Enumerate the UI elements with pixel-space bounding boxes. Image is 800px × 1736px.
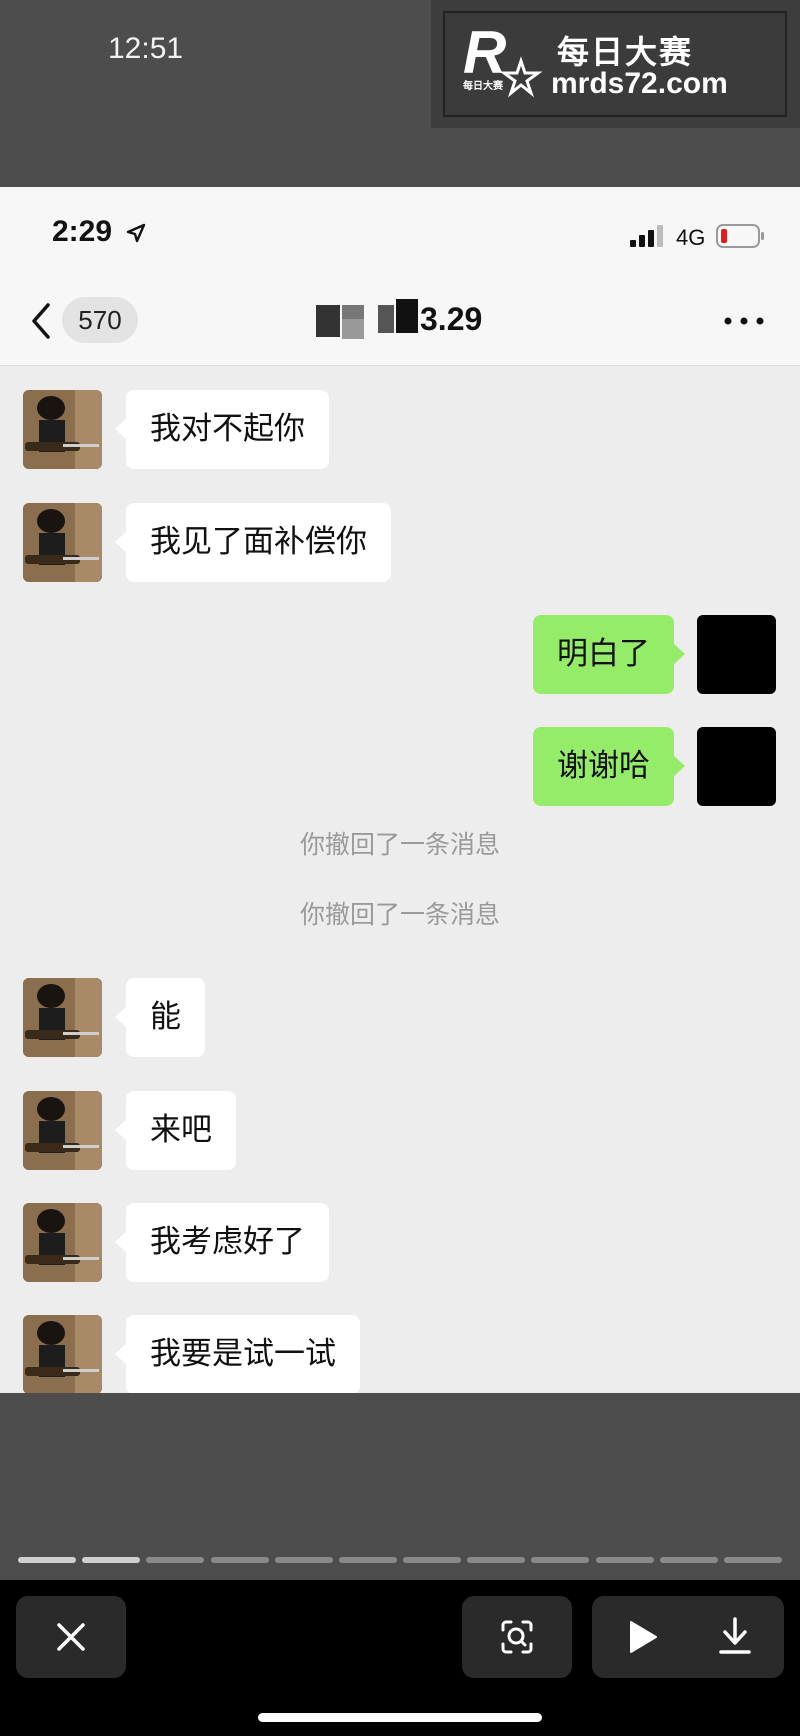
progress-segment — [531, 1557, 590, 1563]
chat-screenshot: 2:29 4G 570 3.29 我对不起你 我见了面补偿你 明白了 谢谢哈 你… — [0, 187, 800, 1393]
progress-segment — [146, 1557, 205, 1563]
watermark: R 每日大赛 每日大赛 mrds72.com — [431, 0, 800, 128]
story-progress-bar — [18, 1557, 782, 1563]
progress-segment — [723, 1557, 782, 1563]
media-actions — [592, 1596, 784, 1678]
progress-segment — [403, 1557, 462, 1563]
message-bubble[interactable]: 我考虑好了 — [115, 1203, 329, 1282]
avatar[interactable] — [23, 978, 102, 1057]
message-bubble[interactable]: 能 — [115, 978, 205, 1057]
outer-status-time: 12:51 — [108, 32, 184, 65]
close-button[interactable] — [16, 1596, 126, 1678]
svg-text:每日大赛: 每日大赛 — [463, 79, 504, 92]
progress-segment — [659, 1557, 718, 1563]
home-indicator[interactable] — [258, 1713, 542, 1722]
avatar[interactable] — [697, 727, 776, 806]
title-mosaic — [342, 305, 364, 319]
battery-low-icon — [716, 224, 764, 248]
message-bubble[interactable]: 谢谢哈 — [533, 727, 685, 806]
image-search-icon — [501, 1620, 533, 1654]
title-mosaic — [378, 305, 394, 333]
message-list: 我对不起你 我见了面补偿你 明白了 谢谢哈 你撤回了一条消息 你撤回了一条消息 … — [0, 365, 800, 1393]
avatar[interactable] — [23, 1091, 102, 1170]
avatar[interactable] — [697, 615, 776, 694]
title-mosaic — [342, 319, 364, 339]
recall-notice: 你撤回了一条消息 — [299, 900, 500, 929]
avatar[interactable] — [23, 390, 102, 469]
play-icon[interactable] — [628, 1620, 658, 1654]
more-dots-icon[interactable] — [724, 317, 764, 325]
message-bubble[interactable]: 我对不起你 — [115, 390, 329, 469]
message-bubble[interactable]: 明白了 — [533, 615, 685, 694]
title-mosaic — [316, 305, 340, 337]
watermark-box: R 每日大赛 每日大赛 mrds72.com — [443, 11, 787, 117]
watermark-url: mrds72.com — [551, 67, 728, 100]
avatar[interactable] — [23, 1315, 102, 1393]
chat-title: 3.29 — [316, 297, 492, 341]
progress-segment — [338, 1557, 397, 1563]
title-mosaic — [396, 299, 418, 333]
viewer-toolbar — [0, 1580, 800, 1736]
signal-icon — [630, 225, 663, 247]
phone-time: 2:29 — [52, 215, 113, 248]
chat-header: 570 3.29 — [0, 277, 800, 366]
svg-text:R: R — [463, 21, 506, 86]
location-arrow-icon — [126, 223, 146, 243]
progress-segment — [467, 1557, 526, 1563]
avatar[interactable] — [23, 503, 102, 582]
message-bubble[interactable]: 来吧 — [115, 1091, 236, 1170]
watermark-logo-icon: R 每日大赛 — [463, 21, 543, 98]
close-icon — [57, 1623, 85, 1651]
image-search-button[interactable] — [462, 1596, 572, 1678]
message-bubble[interactable]: 我要是试一试 — [115, 1315, 360, 1393]
unread-count-badge[interactable]: 570 — [62, 297, 138, 343]
progress-segment — [18, 1557, 77, 1563]
chevron-left-icon[interactable] — [28, 299, 54, 343]
progress-segment — [210, 1557, 269, 1563]
progress-segment — [274, 1557, 333, 1563]
avatar[interactable] — [23, 1203, 102, 1282]
recall-notice: 你撤回了一条消息 — [299, 830, 500, 859]
message-bubble[interactable]: 我见了面补偿你 — [115, 503, 391, 582]
progress-segment — [82, 1557, 141, 1563]
download-icon[interactable] — [718, 1616, 752, 1656]
chat-title-text: 3.29 — [420, 301, 483, 337]
phone-status-bar: 2:29 4G — [0, 187, 800, 277]
progress-segment — [595, 1557, 654, 1563]
network-type: 4G — [676, 225, 706, 250]
